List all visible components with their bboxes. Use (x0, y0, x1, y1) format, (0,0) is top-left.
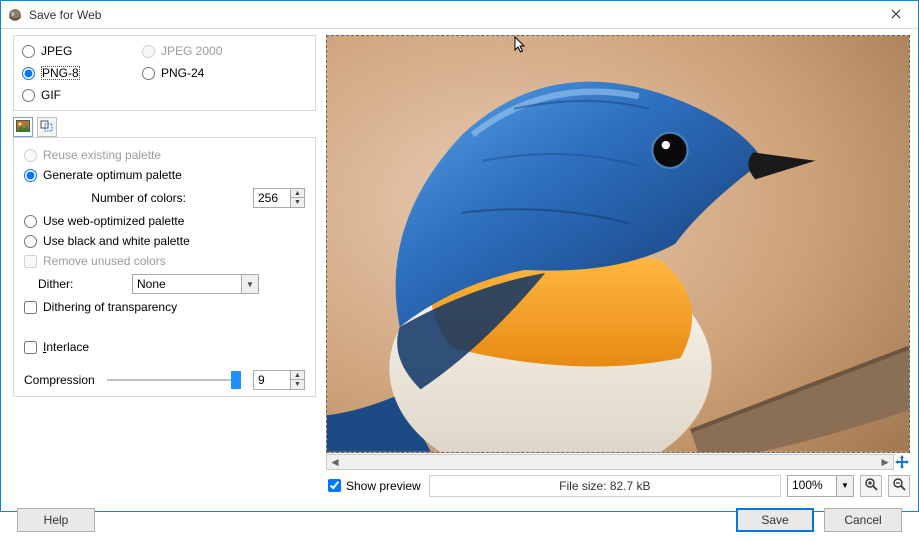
resize-icon (40, 120, 54, 135)
label: Use web-optimized palette (43, 214, 184, 228)
compression-input[interactable] (253, 370, 291, 390)
palette-radio-web[interactable]: Use web-optimized palette (24, 214, 305, 228)
format-radio-jpeg[interactable]: JPEG (22, 44, 112, 58)
preview-hscrollbar[interactable]: ◄► (326, 454, 894, 470)
tab-resize[interactable] (37, 117, 57, 137)
spin-up-icon[interactable]: ▲ (291, 370, 305, 380)
label: JPEG (41, 44, 72, 58)
label: Show preview (346, 479, 421, 493)
remove-unused-checkbox: Remove unused colors (24, 254, 305, 268)
num-colors-input[interactable] (253, 188, 291, 208)
close-button[interactable] (874, 1, 918, 29)
preview-statusbar: Show preview File size: 82.7 kB 100% ▼ (326, 474, 910, 498)
label: Dithering of transparency (43, 300, 177, 314)
spin-down-icon[interactable]: ▼ (291, 198, 305, 208)
preview-panel: ◄► Show preview File size: 82.7 kB 100% … (326, 35, 918, 498)
options-tabs (13, 117, 316, 137)
help-button[interactable]: Help (17, 508, 95, 532)
palette-panel: Reuse existing palette Generate optimum … (13, 137, 316, 397)
label: Generate optimum palette (43, 168, 182, 182)
label: Cancel (844, 513, 881, 527)
compression-slider[interactable] (107, 379, 241, 381)
save-button[interactable]: Save (736, 508, 814, 532)
zoom-in-icon (864, 477, 878, 494)
compression-row: Compression ▲▼ (24, 370, 305, 390)
label: Use black and white palette (43, 234, 190, 248)
scroll-left-icon: ◄ (329, 455, 341, 469)
close-icon (891, 8, 901, 22)
dither-select[interactable]: None ▼ (132, 274, 259, 294)
window-title: Save for Web (29, 8, 101, 22)
dialog-footer: Help Save Cancel (1, 498, 918, 542)
label: PNG-24 (161, 66, 204, 80)
scroll-right-icon: ► (879, 455, 891, 469)
file-size-display: File size: 82.7 kB (429, 475, 781, 497)
palette-radio-generate[interactable]: Generate optimum palette (24, 168, 305, 182)
zoom-in-button[interactable] (860, 475, 882, 497)
preview-canvas[interactable] (326, 35, 910, 453)
chevron-down-icon: ▼ (242, 274, 259, 294)
options-panel: JPEG JPEG 2000 PNG-8 PNG-24 (1, 35, 326, 498)
dither-value: None (132, 274, 242, 294)
zoom-value: 100% (787, 475, 837, 497)
interlace-checkbox[interactable]: Interlace (24, 340, 305, 354)
compression-label: Compression (24, 373, 95, 387)
num-colors-spinner[interactable]: ▲▼ (253, 188, 305, 208)
tab-image-options[interactable] (13, 117, 33, 137)
spin-down-icon[interactable]: ▼ (291, 380, 305, 390)
dither-row: Dither: None ▼ (24, 274, 305, 294)
image-icon (16, 120, 30, 135)
title-bar: Save for Web (1, 1, 918, 29)
save-for-web-dialog: Save for Web JPEG JPEG 2000 (0, 0, 919, 512)
show-preview-checkbox[interactable]: Show preview (326, 479, 423, 493)
num-colors-label: Number of colors: (50, 191, 186, 205)
label: Reuse existing palette (43, 148, 161, 162)
dither-transparency-checkbox[interactable]: Dithering of transparency (24, 300, 305, 314)
zoom-select[interactable]: 100% ▼ (787, 475, 854, 497)
palette-radio-reuse: Reuse existing palette (24, 148, 305, 162)
zoom-out-icon (892, 477, 906, 494)
format-group: JPEG JPEG 2000 PNG-8 PNG-24 (13, 35, 316, 111)
compression-spinner[interactable]: ▲▼ (253, 370, 305, 390)
format-radio-png24[interactable]: PNG-24 (142, 66, 232, 80)
chevron-down-icon: ▼ (837, 475, 854, 497)
pan-icon[interactable] (894, 454, 910, 470)
zoom-out-button[interactable] (888, 475, 910, 497)
spin-up-icon[interactable]: ▲ (291, 188, 305, 198)
palette-radio-bw[interactable]: Use black and white palette (24, 234, 305, 248)
label: JPEG 2000 (161, 44, 222, 58)
app-icon (7, 7, 23, 23)
cancel-button[interactable]: Cancel (824, 508, 902, 532)
label: PNG-8 (41, 66, 80, 80)
label: GIF (41, 88, 61, 102)
format-radio-gif[interactable]: GIF (22, 88, 112, 102)
num-colors-row: Number of colors: ▲▼ (50, 188, 305, 208)
format-radio-jpeg2000: JPEG 2000 (142, 44, 232, 58)
format-radio-png8[interactable]: PNG-8 (22, 66, 112, 80)
slider-thumb[interactable] (231, 371, 241, 389)
label: Remove unused colors (43, 254, 166, 268)
dither-label: Dither: (24, 277, 124, 291)
